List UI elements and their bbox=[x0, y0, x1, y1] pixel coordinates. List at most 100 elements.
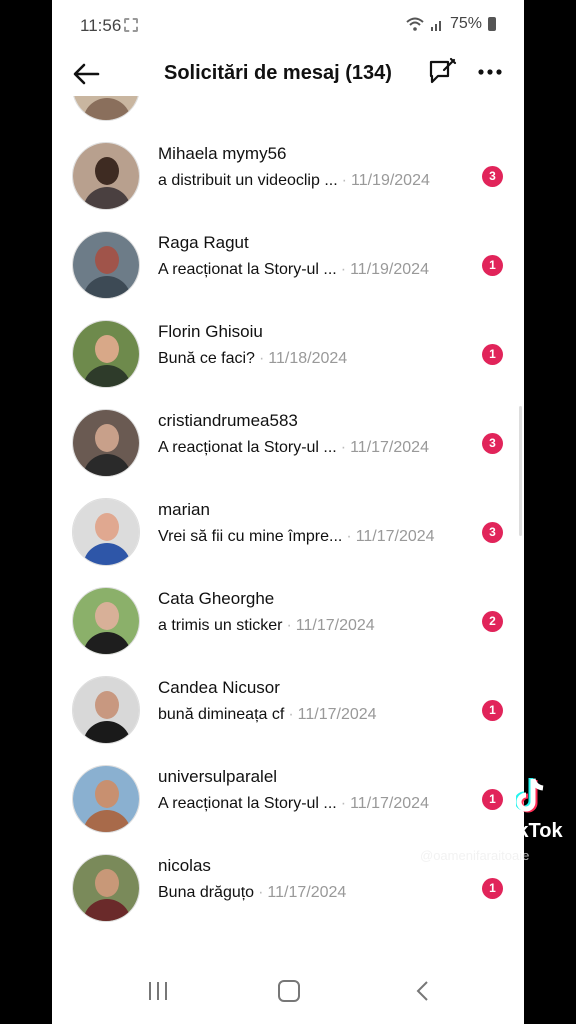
unread-count-badge: 3 bbox=[482, 522, 503, 543]
message-preview: bună dimineața cf bbox=[158, 706, 285, 723]
unread-count-badge: 2 bbox=[482, 611, 503, 632]
message-request-row[interactable]: Raga Ragut A reacționat la Story-ul ... · 1… bbox=[52, 221, 524, 310]
message-preview-line: Bună ce faci? · 11/18/2024 bbox=[158, 350, 347, 368]
message-preview: a distribuit un videoclip ... bbox=[158, 172, 338, 189]
screenshot-icon bbox=[124, 18, 138, 32]
message-preview-line: A reacționat la Story-ul ... · 11/17/2024 bbox=[158, 795, 429, 813]
compose-icon[interactable] bbox=[426, 56, 458, 88]
separator-dot: · bbox=[341, 172, 347, 189]
message-request-row[interactable]: universulparalel A reacționat la Story-ul… bbox=[52, 755, 524, 844]
message-preview: Vrei să fii cu mine împre... bbox=[158, 528, 343, 545]
clock: 11:56 bbox=[80, 16, 122, 35]
message-request-row[interactable]: Bună · 11/22/2024 bbox=[52, 96, 524, 132]
message-preview-line: Bună · 11/22/2024 bbox=[158, 96, 288, 101]
message-date: 11/19/2024 bbox=[350, 172, 430, 189]
battery-percent: 75% bbox=[449, 15, 482, 32]
message-request-row[interactable]: Candea Nicusor bună dimineața cf · 11/17/20… bbox=[52, 666, 524, 755]
message-preview: Bună ce faci? bbox=[158, 350, 255, 367]
sender-name: universulparalel bbox=[158, 767, 278, 786]
message-preview-line: bună dimineața cf · 11/17/2024 bbox=[158, 706, 377, 724]
message-date: 11/17/2024 bbox=[350, 795, 429, 812]
sender-name: Raga Ragut bbox=[158, 233, 249, 252]
message-preview-line: Buna drăguțo · 11/17/2024 bbox=[158, 884, 346, 902]
message-preview-line: a distribuit un videoclip ... · 11/19/2024 bbox=[158, 172, 430, 190]
unread-count-badge: 1 bbox=[482, 255, 503, 276]
tiktok-logo-icon bbox=[516, 778, 544, 813]
separator-dot: · bbox=[258, 350, 265, 367]
separator-dot: · bbox=[340, 439, 347, 456]
wifi-icon bbox=[406, 17, 424, 31]
sender-name: nicolas bbox=[158, 856, 211, 875]
sender-name: Mihaela mymy56 bbox=[158, 144, 287, 163]
message-request-list: Bună · 11/22/2024 Mihaela mymy56 a distribui… bbox=[52, 96, 524, 956]
message-preview-line: Vrei să fii cu mine împre... · 11/17/2024 bbox=[158, 528, 435, 546]
message-date: 11/17/2024 bbox=[297, 706, 377, 723]
message-date: 11/19/2024 bbox=[350, 261, 429, 278]
message-preview: a trimis un sticker bbox=[158, 617, 283, 634]
message-request-row[interactable]: Cata Gheorghe a trimis un sticker · 11/17/2… bbox=[52, 577, 524, 666]
back-arrow-icon[interactable] bbox=[70, 58, 102, 90]
avatar[interactable] bbox=[72, 854, 140, 922]
separator-dot: · bbox=[346, 528, 352, 545]
system-nav-bar bbox=[52, 964, 524, 1024]
unread-count-badge: 3 bbox=[482, 166, 503, 187]
phone-screen: 11:56 75% Solicitări de mesaj (134) Bună… bbox=[52, 0, 524, 1024]
separator-dot: · bbox=[340, 795, 347, 812]
tiktok-username: @oamenifaraitoaie bbox=[420, 848, 530, 863]
separator-dot: · bbox=[340, 261, 347, 278]
avatar[interactable] bbox=[72, 498, 140, 566]
avatar[interactable] bbox=[72, 231, 140, 299]
separator-dot: · bbox=[288, 706, 294, 723]
unread-count-badge: 1 bbox=[482, 344, 503, 365]
message-request-row[interactable]: Mihaela mymy56 a distribuit un videoclip … bbox=[52, 132, 524, 221]
sender-name: Florin Ghisoiu bbox=[158, 322, 263, 341]
sender-name: Candea Nicusor bbox=[158, 678, 280, 697]
nav-back-icon[interactable] bbox=[412, 980, 434, 1002]
message-preview-line: A reacționat la Story-ul ... · 11/17/2024 bbox=[158, 439, 429, 457]
sender-name: marian bbox=[158, 500, 210, 519]
message-preview: Buna drăguțo bbox=[158, 884, 255, 901]
message-preview: A reacționat la Story-ul ... bbox=[158, 261, 337, 278]
header: Solicitări de mesaj (134) bbox=[52, 52, 524, 96]
home-icon[interactable] bbox=[278, 980, 300, 1002]
message-date: 11/18/2024 bbox=[268, 350, 348, 367]
unread-count-badge: 1 bbox=[482, 700, 503, 721]
message-request-row[interactable]: Florin Ghisoiu Bună ce faci? · 11/18/2024 1 bbox=[52, 310, 524, 399]
message-request-row[interactable]: marian Vrei să fii cu mine împre... · 11/17… bbox=[52, 488, 524, 577]
sender-name: Cata Gheorghe bbox=[158, 589, 275, 608]
message-preview: A reacționat la Story-ul ... bbox=[158, 439, 337, 456]
avatar[interactable] bbox=[72, 96, 140, 121]
signal-icon bbox=[430, 20, 441, 31]
more-options-icon[interactable] bbox=[476, 58, 504, 86]
unread-count-badge: 1 bbox=[482, 878, 503, 899]
message-request-row[interactable]: cristiandrumea583 A reacționat la Story-u… bbox=[52, 399, 524, 488]
message-preview: Bună bbox=[158, 96, 195, 100]
tiktok-watermark: TikTok @oamenifaraitoaie bbox=[420, 776, 576, 866]
avatar[interactable] bbox=[72, 587, 140, 655]
separator-dot: · bbox=[199, 96, 204, 100]
message-date: 11/17/2024 bbox=[267, 884, 347, 901]
avatar[interactable] bbox=[72, 320, 140, 388]
unread-count-badge: 3 bbox=[482, 433, 503, 454]
scrollbar[interactable] bbox=[519, 406, 522, 536]
message-preview-line: A reacționat la Story-ul ... · 11/19/2024 bbox=[158, 261, 429, 279]
message-date: 11/17/2024 bbox=[295, 617, 375, 634]
battery-icon bbox=[488, 17, 496, 31]
avatar[interactable] bbox=[72, 142, 140, 210]
avatar[interactable] bbox=[72, 765, 140, 833]
page-title: Solicitări de mesaj (134) bbox=[164, 62, 392, 84]
message-preview-line: a trimis un sticker · 11/17/2024 bbox=[158, 617, 375, 635]
message-date: 11/17/2024 bbox=[355, 528, 435, 545]
message-date: 11/17/2024 bbox=[350, 439, 429, 456]
separator-dot: · bbox=[258, 884, 264, 901]
message-preview: A reacționat la Story-ul ... bbox=[158, 795, 337, 812]
tiktok-brand: TikTok bbox=[500, 820, 563, 842]
avatar[interactable] bbox=[72, 676, 140, 744]
message-date: 11/22/2024 bbox=[209, 96, 288, 100]
status-bar: 11:56 75% bbox=[52, 0, 524, 52]
avatar[interactable] bbox=[72, 409, 140, 477]
recent-apps-icon[interactable] bbox=[146, 980, 170, 1002]
separator-dot: · bbox=[286, 617, 292, 634]
sender-name: cristiandrumea583 bbox=[158, 411, 298, 430]
status-icons: 75% bbox=[406, 15, 496, 33]
